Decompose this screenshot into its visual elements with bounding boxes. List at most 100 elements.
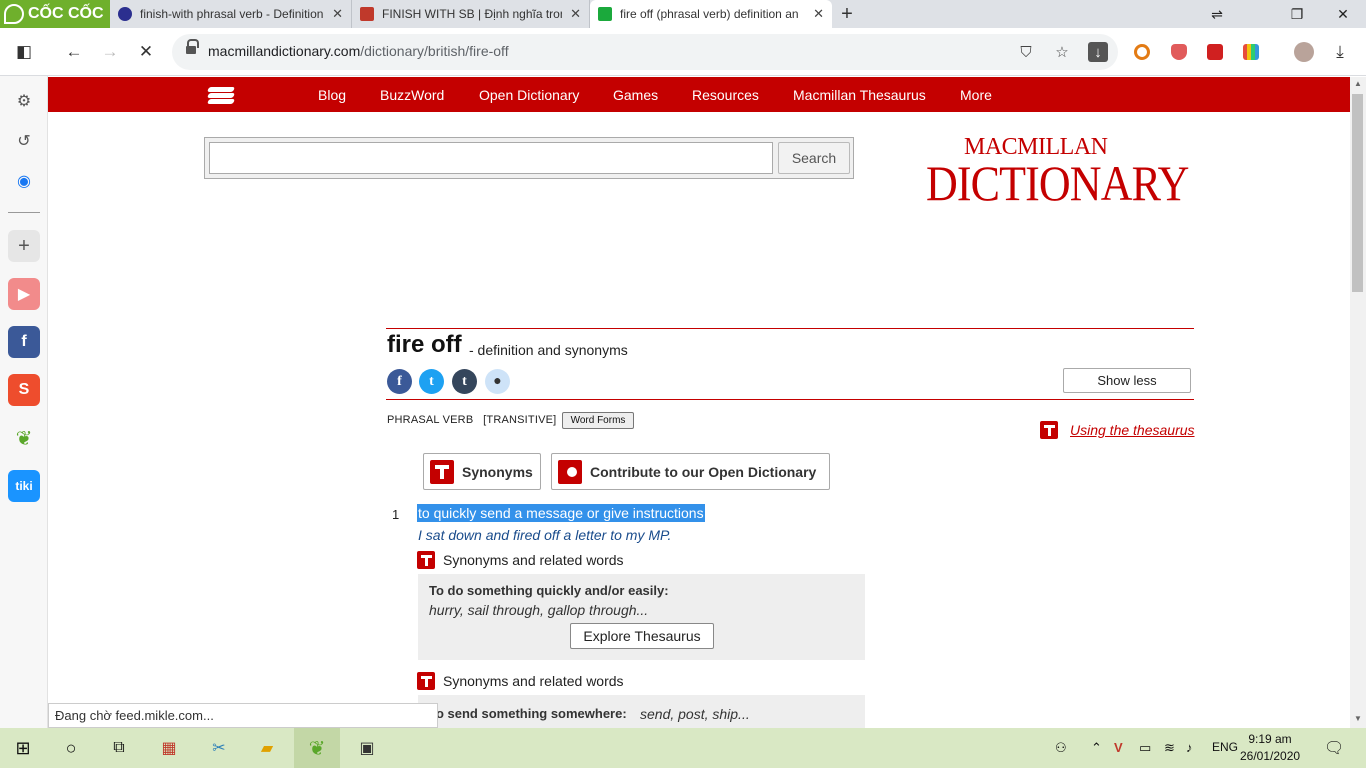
twitter-share-icon[interactable]: t xyxy=(419,369,444,394)
nav-games[interactable]: Games xyxy=(613,87,658,103)
synonyms-box-words: send, post, ship... xyxy=(640,706,750,722)
nav-open-dictionary[interactable]: Open Dictionary xyxy=(479,87,579,103)
profile-avatar[interactable] xyxy=(1294,42,1314,62)
forward-arrow-icon[interactable]: → xyxy=(98,40,122,64)
browser-brand: CỐC CỐC xyxy=(28,5,104,22)
tab-search-icon[interactable]: ⇌ xyxy=(1197,0,1237,28)
windows-start-icon[interactable]: ⊞ xyxy=(0,728,46,768)
sense-number: 1 xyxy=(392,507,400,522)
sidebar-toggle-icon[interactable]: ◧ xyxy=(12,40,36,64)
settings-gear-icon[interactable]: ⚙ xyxy=(8,85,40,117)
history-icon[interactable]: ↺ xyxy=(8,125,40,157)
tray-chevron-icon[interactable]: ⌃ xyxy=(1091,740,1102,756)
lock-icon xyxy=(186,39,199,56)
coccoc-leaf-icon[interactable]: ❦ xyxy=(8,422,40,454)
entry-top-rule xyxy=(386,328,1194,329)
nav-more[interactable]: More xyxy=(960,87,992,103)
shopee-icon[interactable]: S xyxy=(8,374,40,406)
url-path: /dictionary/british/fire-off xyxy=(360,43,509,59)
download-icon[interactable]: ↓ xyxy=(1088,42,1108,62)
facebook-share-icon[interactable]: f xyxy=(387,369,412,394)
synonyms-heading-label: Synonyms and related words xyxy=(443,673,624,689)
notification-icon[interactable]: 🗨 xyxy=(1324,738,1344,758)
clock-time: 9:19 am xyxy=(1248,732,1292,746)
extension-circle-icon[interactable] xyxy=(1134,44,1150,60)
part-of-speech: PHRASAL VERB [TRANSITIVE] xyxy=(387,414,556,426)
vietkey-icon[interactable]: V xyxy=(1114,740,1123,755)
close-tab-icon[interactable]: ✕ xyxy=(332,6,343,22)
downloads-icon[interactable]: ⤓ xyxy=(1328,40,1352,64)
headword: fire off xyxy=(387,331,462,358)
status-bar: Đang chờ feed.mikle.com... xyxy=(48,703,438,728)
synonyms-box-words: hurry, sail through, gallop through... xyxy=(429,602,649,618)
explore-thesaurus-button[interactable]: Explore Thesaurus xyxy=(570,623,714,649)
search-input[interactable] xyxy=(209,142,773,174)
grammar-label: [TRANSITIVE] xyxy=(483,414,557,426)
extension-red-icon[interactable] xyxy=(1207,44,1223,60)
synonyms-box: To do something quickly and/or easily: h… xyxy=(418,574,865,660)
search-button[interactable]: Search xyxy=(778,142,850,174)
close-tab-icon[interactable]: ✕ xyxy=(813,6,824,22)
nav-macmillan-thesaurus[interactable]: Macmillan Thesaurus xyxy=(793,87,926,103)
show-less-button[interactable]: Show less xyxy=(1063,368,1191,393)
thesaurus-t-icon xyxy=(430,459,454,484)
scroll-thumb[interactable] xyxy=(1352,94,1363,292)
using-thesaurus[interactable]: Using the thesaurus xyxy=(1040,421,1195,439)
messenger-icon[interactable]: ◉ xyxy=(8,165,40,197)
synonyms-label: Synonyms xyxy=(462,463,533,480)
restore-window-icon[interactable]: ❐ xyxy=(1277,0,1317,28)
app-paint-icon[interactable]: ▦ xyxy=(146,728,192,768)
back-arrow-icon[interactable]: ← xyxy=(62,40,86,64)
language-indicator[interactable]: ENG xyxy=(1212,740,1238,754)
page-scrollbar[interactable]: ▲ ▼ xyxy=(1350,77,1366,728)
search-circle-icon[interactable]: ○ xyxy=(48,728,94,768)
file-explorer-icon[interactable]: ▰ xyxy=(244,728,290,768)
people-icon[interactable]: ⚇ xyxy=(1055,740,1067,756)
nav-buzzword[interactable]: BuzzWord xyxy=(380,87,444,103)
macmillan-logo-icon[interactable] xyxy=(206,85,236,105)
word-forms-button[interactable]: Word Forms xyxy=(562,412,634,429)
tab-favicon-icon xyxy=(598,7,612,21)
contribute-button[interactable]: Contribute to our Open Dictionary xyxy=(551,453,830,490)
system-clock[interactable]: 9:19 am 26/01/2020 xyxy=(1240,731,1300,765)
synonyms-heading[interactable]: Synonyms and related words xyxy=(417,672,624,690)
using-thesaurus-link[interactable]: Using the thesaurus xyxy=(1070,422,1195,438)
coccoc-logo[interactable]: CỐC CỐC xyxy=(0,0,110,28)
add-app-icon[interactable]: + xyxy=(8,230,40,262)
url-text[interactable]: macmillandictionary.com/dictionary/briti… xyxy=(208,43,509,59)
app-window-icon[interactable]: ▣ xyxy=(344,728,390,768)
url-domain: macmillandictionary.com xyxy=(208,43,361,59)
tab-finish-with[interactable]: finish-with phrasal verb - Definition ✕ xyxy=(110,0,352,28)
close-window-icon[interactable]: ✕ xyxy=(1323,0,1363,28)
wifi-icon[interactable]: ≋ xyxy=(1164,740,1175,756)
extension-shield-icon[interactable] xyxy=(1171,44,1187,60)
tumblr-share-icon[interactable]: t xyxy=(452,369,477,394)
volume-icon[interactable]: ♪ xyxy=(1186,740,1193,755)
tab-finish-with-sb[interactable]: FINISH WITH SB | Định nghĩa trong ✕ xyxy=(352,0,590,28)
new-tab-icon[interactable]: + xyxy=(836,3,858,26)
close-tab-icon[interactable]: ✕ xyxy=(570,6,581,22)
reddit-share-icon[interactable]: ● xyxy=(485,369,510,394)
sidebar-divider xyxy=(8,212,40,213)
scroll-down-icon[interactable]: ▼ xyxy=(1353,714,1363,723)
youtube-icon[interactable]: ▶ xyxy=(8,278,40,310)
nav-blog[interactable]: Blog xyxy=(318,87,346,103)
address-bar[interactable]: macmillandictionary.com/dictionary/briti… xyxy=(172,34,1118,70)
bookmark-star-icon[interactable]: ☆ xyxy=(1052,42,1072,62)
scroll-up-icon[interactable]: ▲ xyxy=(1353,79,1363,88)
tiki-icon[interactable]: tiki xyxy=(8,470,40,502)
battery-icon[interactable]: ▭ xyxy=(1139,740,1151,756)
stop-loading-icon[interactable]: ✕ xyxy=(134,40,158,64)
synonyms-heading[interactable]: Synonyms and related words xyxy=(417,551,624,569)
facebook-icon[interactable]: f xyxy=(8,326,40,358)
extension-colorful-icon[interactable] xyxy=(1243,44,1259,60)
site-navbar: Blog BuzzWord Open Dictionary Games Reso… xyxy=(48,77,1350,112)
coccoc-taskbar-icon[interactable]: ❦ xyxy=(294,728,340,768)
nav-resources[interactable]: Resources xyxy=(692,87,759,103)
browser-sidebar: ⚙ ↺ ◉ + ▶ f S ❦ tiki xyxy=(0,76,48,728)
app-snipping-icon[interactable]: ✂ xyxy=(196,728,242,768)
task-view-icon[interactable]: ⧉ xyxy=(96,728,142,768)
synonyms-button[interactable]: Synonyms xyxy=(423,453,541,490)
shield-icon[interactable]: ⛉ xyxy=(1016,42,1036,62)
tab-fire-off[interactable]: fire off (phrasal verb) definition an ✕ xyxy=(590,0,832,28)
